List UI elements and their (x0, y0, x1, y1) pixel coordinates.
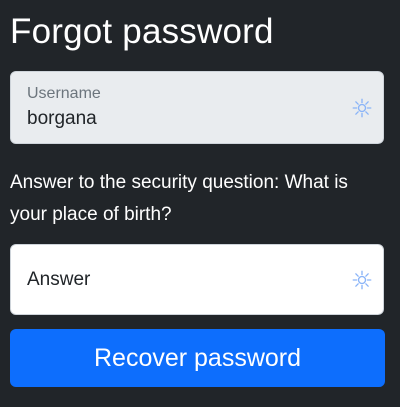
security-question-text: Answer to the security question: What is… (10, 172, 348, 225)
answer-input[interactable] (11, 245, 383, 314)
page-title: Forgot password (10, 12, 274, 51)
username-field[interactable]: Username borgana (10, 71, 384, 144)
password-manager-key-icon[interactable] (352, 270, 372, 290)
recover-password-button[interactable]: Recover password (10, 329, 385, 387)
username-label: Username (27, 85, 101, 102)
username-value: borgana (27, 108, 97, 129)
password-manager-key-icon[interactable] (352, 98, 372, 118)
answer-field[interactable] (10, 244, 384, 315)
